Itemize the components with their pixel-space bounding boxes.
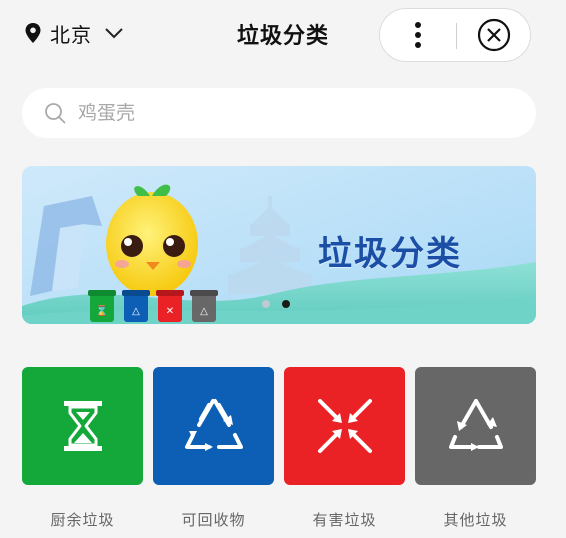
category-label: 有害垃圾 [312, 511, 377, 529]
hazard-arrows-icon [317, 399, 372, 453]
mini-program-capsule [379, 8, 531, 62]
header: 北京 垃圾分类 [0, 0, 566, 68]
category-tile[interactable] [22, 367, 143, 485]
banner-title: 垃圾分类 [318, 234, 462, 274]
svg-text:✕: ✕ [166, 306, 174, 317]
search-input[interactable] [78, 102, 478, 124]
category-label: 其他垃圾 [443, 511, 508, 529]
category-kitchen-waste[interactable]: 厨余垃圾 [22, 367, 143, 530]
recycle-icon [184, 399, 243, 451]
category-tile[interactable] [415, 367, 536, 485]
category-label: 厨余垃圾 [50, 511, 115, 529]
svg-text:△: △ [200, 306, 208, 317]
close-circle-icon [477, 18, 511, 52]
banner-carousel[interactable]: ⌛ △ ✕ △ 垃圾分类 [22, 166, 536, 324]
carousel-indicator [262, 300, 290, 308]
carousel-dot-2[interactable] [282, 300, 290, 308]
hourglass-icon [63, 401, 102, 451]
category-other-waste[interactable]: 其他垃圾 [415, 367, 536, 530]
search-icon [45, 103, 66, 124]
svg-text:⌛: ⌛ [96, 304, 108, 317]
more-dots-icon [415, 22, 421, 48]
search-bar[interactable] [22, 88, 536, 138]
close-button[interactable] [457, 9, 531, 61]
category-grid: 厨余垃圾 可回收物 有害垃圾 其他垃圾 [22, 367, 536, 530]
category-tile[interactable] [284, 367, 405, 485]
category-label: 可回收物 [181, 511, 246, 529]
other-recycle-icon [448, 399, 503, 451]
category-hazardous[interactable]: 有害垃圾 [284, 367, 405, 530]
carousel-dot-1[interactable] [262, 300, 270, 308]
category-recyclable[interactable]: 可回收物 [153, 367, 274, 530]
more-button[interactable] [380, 9, 456, 61]
category-tile[interactable] [153, 367, 274, 485]
svg-text:△: △ [132, 306, 140, 317]
